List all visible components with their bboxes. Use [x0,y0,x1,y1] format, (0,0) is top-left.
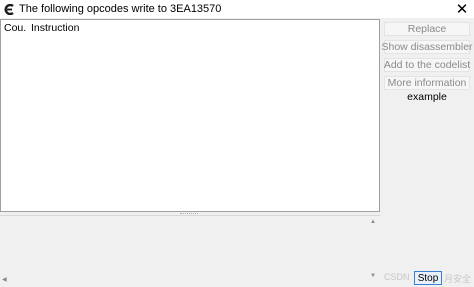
opcode-list[interactable]: Cou... Instruction [0,19,380,212]
scroll-up-arrow-icon[interactable]: ▲ [370,219,376,225]
cheat-engine-logo-icon [4,3,14,15]
replace-button[interactable]: Replace [384,22,470,36]
stop-button[interactable]: Stop [414,271,442,285]
close-button[interactable]: ✕ [454,1,470,17]
details-vertical-scrollbar[interactable]: ▲ ▼ [368,217,380,285]
add-to-codelist-button[interactable]: Add to the codelist [384,58,470,72]
close-icon[interactable]: ✕ [456,2,469,17]
scroll-down-arrow-icon[interactable]: ▼ [370,273,376,279]
watermark-text: CSDN [384,272,410,282]
list-header: Cou... Instruction [1,20,379,36]
details-panel [0,215,380,287]
column-header-count[interactable]: Cou... [1,22,27,34]
example-label: example [407,91,447,103]
watermark-text-right: 月安全 [444,274,472,284]
more-information-button[interactable]: More information [384,76,470,90]
show-disassembler-button[interactable]: Show disassembler [381,40,473,54]
column-header-instruction[interactable]: Instruction [27,22,79,34]
scroll-left-arrow-icon[interactable]: ◀ [2,276,7,283]
opcode-writes-window: The following opcodes write to 3EA13570 … [0,0,474,287]
title-bar[interactable]: The following opcodes write to 3EA13570 … [0,0,474,18]
window-title: The following opcodes write to 3EA13570 [19,3,222,15]
